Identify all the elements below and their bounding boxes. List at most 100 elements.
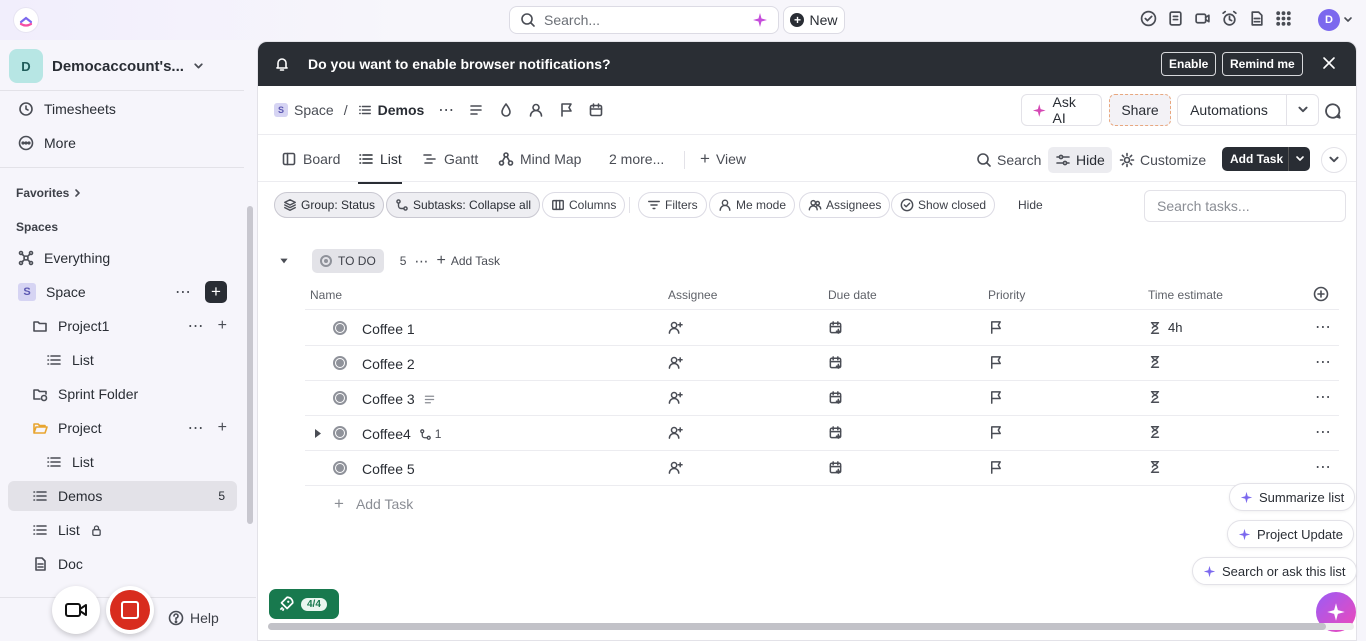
add-task-dropdown[interactable] [1288, 147, 1310, 171]
tab-more[interactable]: 2 more... [609, 135, 664, 183]
chevron-down-icon[interactable] [1343, 15, 1353, 25]
sidebar-item-more[interactable]: More [8, 128, 237, 158]
row-more-icon[interactable]: ⋯ [1315, 387, 1331, 407]
column-assignee[interactable]: Assignee [668, 288, 717, 302]
task-status-icon[interactable] [333, 426, 347, 440]
search-view-button[interactable]: Search [976, 147, 1041, 173]
task-status-icon[interactable] [333, 461, 347, 475]
sidebar-scrollbar[interactable] [247, 206, 253, 524]
plus-icon[interactable]: + [218, 419, 227, 437]
doc-icon[interactable] [1248, 10, 1265, 27]
row-more-icon[interactable]: ⋯ [1315, 422, 1331, 442]
group-status-chip[interactable]: Group: Status [274, 192, 385, 218]
add-assignee-icon[interactable] [668, 355, 683, 370]
time-estimate[interactable]: 4h [1148, 320, 1182, 335]
add-view-button[interactable]: + View [700, 135, 746, 183]
sidebar-item-demos[interactable]: Demos 5 [8, 481, 237, 511]
task-status-icon[interactable] [333, 321, 347, 335]
tab-mind-map[interactable]: Mind Map [498, 135, 581, 183]
sidebar-item-project[interactable]: Project ⋯ + [8, 413, 237, 443]
more-icon[interactable]: ⋯ [438, 100, 454, 120]
search-ask-list-button[interactable]: Search or ask this list [1192, 557, 1357, 585]
project-update-button[interactable]: Project Update [1227, 520, 1354, 548]
row-more-icon[interactable]: ⋯ [1315, 457, 1331, 477]
subtask-count[interactable]: 1 [419, 427, 441, 441]
task-name[interactable]: Coffee 2 [362, 356, 415, 372]
table-row[interactable]: Coffee4 1 ⋯ [305, 416, 1339, 451]
task-name[interactable]: Coffee 1 [362, 321, 415, 337]
share-button[interactable]: Share [1109, 94, 1171, 126]
more-icon[interactable]: ⋯ [414, 253, 428, 270]
task-status-icon[interactable] [333, 356, 347, 370]
flag-icon[interactable] [988, 425, 1003, 440]
sidebar-item-list[interactable]: List [8, 345, 237, 375]
sidebar-item-project1[interactable]: Project1 ⋯ + [8, 311, 237, 341]
subtasks-chip[interactable]: Subtasks: Collapse all [386, 192, 541, 218]
horizontal-scrollbar[interactable] [268, 623, 1354, 630]
row-more-icon[interactable]: ⋯ [1315, 352, 1331, 372]
user-avatar[interactable]: D [1318, 9, 1340, 31]
caret-right-icon[interactable] [314, 429, 322, 438]
table-row[interactable]: Coffee 1 4h ⋯ [305, 311, 1339, 346]
customize-button[interactable]: Customize [1119, 147, 1206, 173]
alarm-icon[interactable] [1221, 10, 1238, 27]
apps-grid-icon[interactable] [1275, 10, 1292, 27]
calendar-icon[interactable] [588, 102, 604, 118]
table-row[interactable]: Coffee 5 ⋯ [305, 451, 1339, 486]
global-search[interactable]: Search... [509, 6, 779, 34]
help-button[interactable]: Help [168, 610, 219, 626]
tab-gantt[interactable]: Gantt [422, 135, 478, 183]
tab-list[interactable]: List [358, 135, 402, 184]
close-icon[interactable] [1322, 56, 1336, 70]
remind-me-button[interactable]: Remind me [1222, 52, 1303, 76]
collapse-toolbar-button[interactable] [1321, 147, 1347, 173]
column-time-estimate[interactable]: Time estimate [1148, 288, 1223, 302]
group-add-task-button[interactable]: + Add Task [436, 252, 500, 270]
add-task-button[interactable]: Add Task [1222, 147, 1310, 171]
task-name[interactable]: Coffee 5 [362, 461, 415, 477]
flag-icon[interactable] [988, 320, 1003, 335]
summarize-list-button[interactable]: Summarize list [1229, 483, 1356, 511]
sidebar-item-list[interactable]: List [8, 447, 237, 477]
sidebar-item-everything[interactable]: Everything [8, 243, 237, 273]
more-icon[interactable]: ⋯ [175, 282, 191, 302]
new-button[interactable]: + New [783, 6, 845, 34]
record-video-button[interactable] [52, 586, 100, 634]
check-circle-icon[interactable] [1140, 10, 1157, 27]
column-due-date[interactable]: Due date [828, 288, 877, 302]
task-status-icon[interactable] [333, 391, 347, 405]
filters-chip[interactable]: Filters [638, 192, 707, 218]
task-name[interactable]: Coffee4 1 [362, 426, 441, 442]
row-more-icon[interactable]: ⋯ [1315, 317, 1331, 337]
calendar-add-icon[interactable] [828, 460, 843, 475]
me-mode-chip[interactable]: Me mode [709, 192, 796, 218]
hide-view-button[interactable]: Hide [1048, 147, 1112, 173]
assignees-chip[interactable]: Assignees [799, 192, 891, 218]
sidebar-item-doc[interactable]: Doc [8, 549, 237, 579]
calendar-add-icon[interactable] [828, 320, 843, 335]
time-estimate[interactable] [1148, 390, 1168, 404]
automations-dropdown[interactable] [1286, 95, 1318, 125]
table-row[interactable]: Coffee 3 ⋯ [305, 381, 1339, 416]
plus-icon[interactable]: + [218, 317, 227, 335]
color-drop-icon[interactable] [498, 102, 514, 118]
ask-ai-button[interactable]: Ask AI [1021, 94, 1102, 126]
time-estimate[interactable] [1148, 460, 1168, 474]
ai-sparkle-icon[interactable] [752, 12, 768, 28]
sidebar-item-sprint-folder[interactable]: Sprint Folder [8, 379, 237, 409]
flag-icon[interactable] [988, 355, 1003, 370]
clickup-logo-icon[interactable] [14, 8, 38, 32]
status-badge[interactable]: TO DO [312, 249, 384, 273]
add-assignee-icon[interactable] [668, 460, 683, 475]
task-name[interactable]: Coffee 3 [362, 391, 436, 407]
sidebar-item-list-private[interactable]: List [8, 515, 237, 545]
flag-icon[interactable] [988, 460, 1003, 475]
add-column-icon[interactable] [1313, 286, 1329, 302]
video-icon[interactable] [1194, 10, 1211, 27]
add-task-row[interactable]: + Add Task [334, 494, 413, 514]
favorites-header[interactable]: Favorites [16, 186, 83, 200]
tab-board[interactable]: Board [281, 135, 340, 183]
table-row[interactable]: Coffee 2 ⋯ [305, 346, 1339, 381]
add-assignee-icon[interactable] [668, 425, 683, 440]
chat-icon[interactable] [1324, 102, 1342, 120]
